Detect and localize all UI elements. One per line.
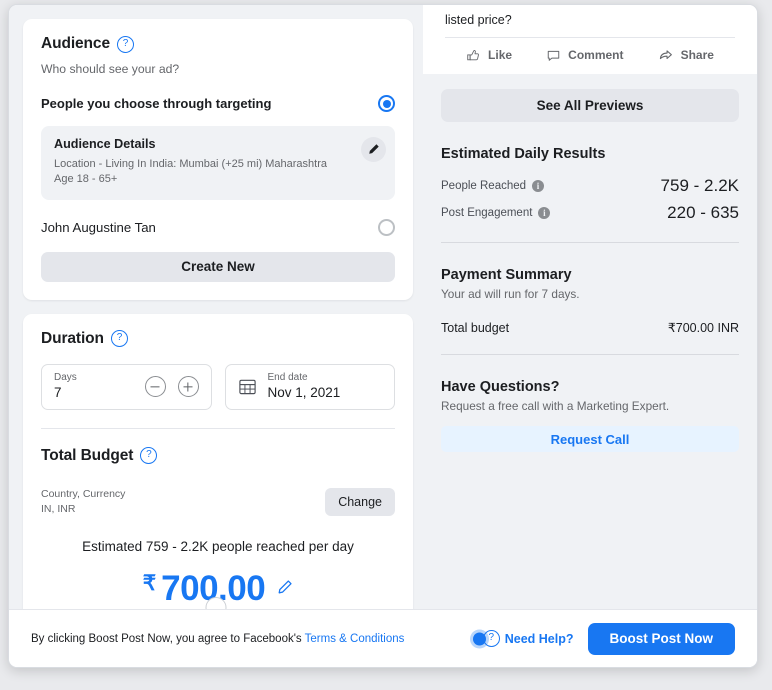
audience-details-box[interactable]: Audience Details Location - Living In In… (41, 126, 395, 200)
post-engagement-key: Post Engagement i (441, 207, 551, 219)
info-icon[interactable]: i (532, 180, 545, 192)
dialog-body: Audience ? Who should see your ad? Peopl… (9, 5, 757, 609)
duration-budget-card: Duration ? Days 7 End date Nov 1, 2021 T… (23, 313, 413, 609)
edit-budget-button[interactable] (276, 579, 293, 601)
country-currency-text: Country, Currency IN, INR (41, 487, 125, 517)
audience-details-age: Age 18 - 65+ (54, 172, 118, 185)
mouse-cursor-indicator (472, 632, 486, 645)
days-value: 7 (54, 384, 62, 400)
comment-label: Comment (568, 48, 624, 62)
audience-title: Audience ? (41, 35, 395, 53)
post-engagement-label: Post Engagement (441, 207, 533, 219)
payment-total-label: Total budget (441, 320, 510, 335)
duration-fields: Days 7 End date Nov 1, 2021 (41, 363, 395, 410)
post-preview-card: listed price? Like Comment Share (423, 5, 757, 74)
pencil-icon (369, 144, 379, 154)
like-action[interactable]: Like (466, 48, 512, 63)
payment-summary-title: Payment Summary (441, 267, 572, 283)
legal-prefix: By clicking Boost Post Now, you agree to… (31, 632, 305, 645)
question-circle-icon[interactable]: ? (116, 35, 134, 53)
total-budget-title: Total Budget ? (41, 447, 395, 465)
minus-circle-icon[interactable] (144, 376, 166, 398)
payment-divider (441, 354, 739, 355)
comment-bubble-icon (547, 50, 560, 61)
people-reached-value: 759 - 2.2K (660, 176, 739, 195)
need-help-button[interactable]: ? Need Help? (472, 630, 574, 647)
payment-summary-subtitle: Your ad will run for 7 days. (441, 287, 580, 301)
need-help-label: Need Help? (504, 631, 574, 646)
create-new-button[interactable]: Create New (41, 251, 395, 282)
country-currency-label: Country, Currency (41, 487, 126, 500)
legal-text: By clicking Boost Post Now, you agree to… (31, 633, 404, 645)
payment-total-row: Total budget ₹700.00 INR (441, 320, 739, 336)
right-column: listed price? Like Comment Share See All… (423, 5, 757, 609)
audience-subtitle: Who should see your ad? (41, 62, 180, 76)
share-arrow-icon (659, 50, 672, 60)
audience-title-label: Audience (41, 35, 110, 52)
share-label: Share (680, 48, 714, 62)
calendar-icon (238, 379, 256, 395)
country-currency-row: Country, Currency IN, INR Change (41, 487, 395, 517)
country-currency-value: IN, INR (41, 502, 76, 515)
days-stepper[interactable]: Days 7 (41, 363, 212, 410)
dialog-footer: By clicking Boost Post Now, you agree to… (9, 609, 757, 667)
comment-action[interactable]: Comment (546, 48, 624, 63)
change-currency-button[interactable]: Change (325, 487, 395, 516)
audience-option-targeting[interactable]: People you choose through targeting (41, 95, 395, 112)
audience-option-saved[interactable]: John Augustine Tan (41, 218, 395, 236)
stepper-group (144, 376, 199, 398)
have-questions-title: Have Questions? (441, 379, 560, 395)
like-label: Like (488, 48, 513, 62)
question-circle-icon[interactable]: ? (140, 447, 158, 465)
share-action[interactable]: Share (658, 47, 714, 63)
edit-audience-button[interactable] (361, 137, 386, 162)
footer-actions: ? Need Help? Boost Post Now (472, 622, 735, 655)
duration-title-label: Duration (41, 329, 104, 347)
have-questions-subtitle: Request a free call with a Marketing Exp… (441, 399, 670, 413)
audience-details-title: Audience Details (54, 137, 156, 151)
end-date-value: Nov 1, 2021 (267, 384, 341, 400)
post-engagement-row: Post Engagement i 220 - 635 (441, 203, 739, 223)
pencil-icon (278, 580, 292, 594)
plus-circle-icon[interactable] (177, 376, 199, 398)
question-circle-icon[interactable]: ? (110, 330, 128, 348)
people-reached-row: People Reached i 759 - 2.2K (441, 176, 739, 196)
currency-symbol: ₹ (142, 571, 157, 595)
info-icon[interactable]: i (538, 207, 551, 219)
boost-post-dialog: Audience ? Who should see your ad? Peopl… (8, 4, 758, 668)
left-column: Audience ? Who should see your ad? Peopl… (9, 5, 423, 609)
end-date-label: End date (267, 371, 308, 383)
preview-actions: Like Comment Share (445, 38, 735, 74)
results-divider (441, 242, 739, 243)
thumbs-up-icon (467, 49, 479, 60)
terms-conditions-link[interactable]: Terms & Conditions (305, 633, 405, 645)
reach-estimate-line: Estimated 759 - 2.2K people reached per … (82, 539, 354, 555)
days-field-text: Days 7 (54, 372, 77, 402)
estimated-results-title: Estimated Daily Results (441, 146, 606, 162)
audience-details-location: Location - Living In India: Mumbai (+25 … (54, 158, 327, 170)
payment-total-value: ₹700.00 INR (667, 321, 739, 335)
post-engagement-value: 220 - 635 (667, 203, 739, 222)
radio-targeting[interactable] (378, 95, 395, 112)
see-all-previews-button[interactable]: See All Previews (441, 89, 739, 122)
total-budget-title-label: Total Budget (41, 446, 134, 464)
end-date-text: End date Nov 1, 2021 (268, 372, 341, 402)
request-call-button[interactable]: Request Call (441, 426, 739, 452)
people-reached-label: People Reached (441, 180, 527, 192)
people-reached-key: People Reached i (441, 180, 545, 192)
end-date-field[interactable]: End date Nov 1, 2021 (224, 363, 395, 410)
duration-divider (41, 427, 395, 429)
audience-option-saved-label: John Augustine Tan (41, 219, 156, 235)
days-label: Days (54, 371, 77, 383)
duration-title: Duration ? (41, 330, 395, 348)
radio-saved-audience[interactable] (378, 218, 395, 236)
preview-post-text: listed price? (445, 13, 512, 27)
audience-option-targeting-label: People you choose through targeting (41, 96, 272, 111)
screen: Audience ? Who should see your ad? Peopl… (0, 0, 772, 690)
boost-post-now-button[interactable]: Boost Post Now (587, 622, 735, 655)
audience-card: Audience ? Who should see your ad? Peopl… (23, 19, 413, 300)
